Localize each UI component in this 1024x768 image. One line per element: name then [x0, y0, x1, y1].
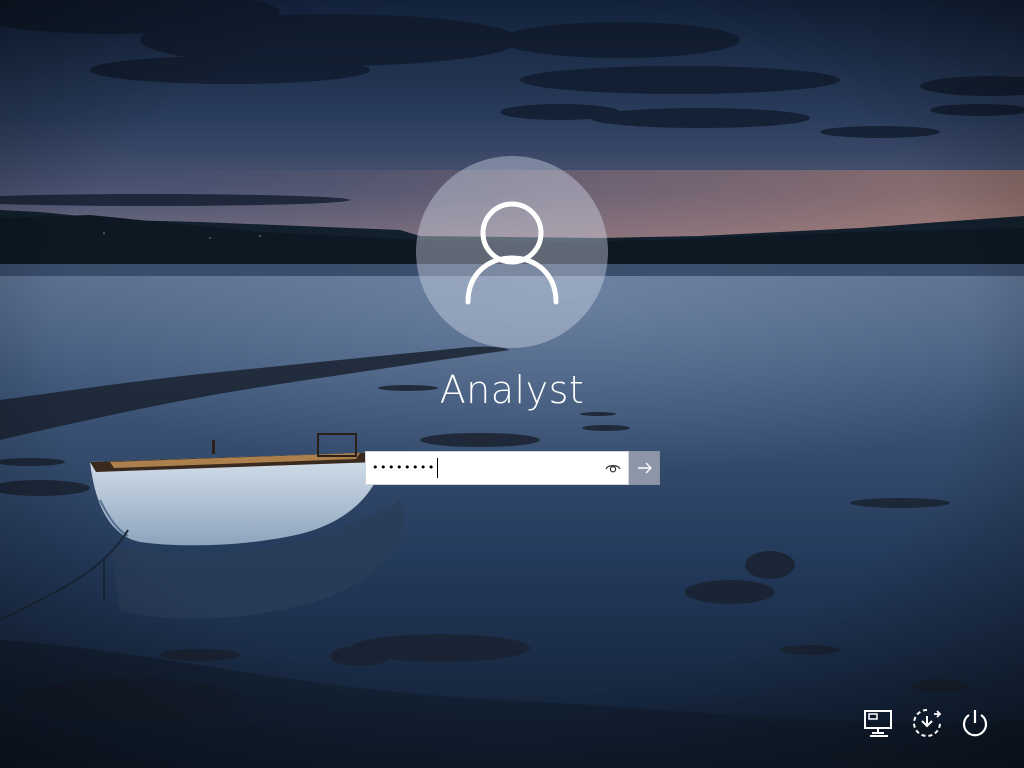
arrow-right-icon — [638, 462, 652, 474]
submit-button[interactable] — [628, 451, 660, 485]
user-icon — [465, 201, 559, 305]
network-button[interactable] — [862, 706, 896, 740]
ease-of-access-button[interactable] — [910, 706, 944, 740]
ease-of-access-icon — [913, 709, 942, 737]
text-caret — [436, 458, 438, 478]
lock-screen: Analyst •••••••• — [0, 0, 1024, 768]
network-icon — [864, 710, 892, 737]
password-field[interactable]: •••••••• — [365, 451, 660, 485]
user-avatar — [416, 156, 608, 348]
power-icon — [962, 710, 988, 737]
reveal-password-button[interactable] — [598, 452, 628, 484]
eye-icon — [605, 465, 621, 473]
power-button[interactable] — [958, 706, 992, 740]
password-masked-value[interactable]: •••••••• — [372, 452, 438, 484]
username-label: Analyst — [439, 368, 585, 412]
